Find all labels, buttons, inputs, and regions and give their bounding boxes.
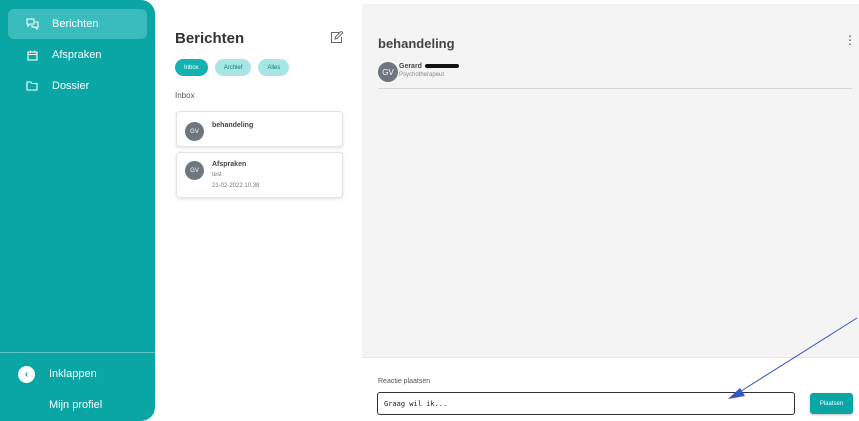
chat-icon [24, 18, 40, 30]
avatar: GV [185, 161, 204, 180]
tab-archief[interactable]: Archief [214, 59, 252, 76]
calendar-icon [24, 50, 40, 61]
tab-alles[interactable]: Alles [258, 59, 290, 76]
sidebar-item-label: Dossier [52, 80, 90, 92]
chevron-left-icon: ‹ [18, 365, 35, 383]
sidebar-item-label: Berichten [52, 18, 99, 30]
redaction-mark [424, 64, 459, 69]
sender-name: Gerard [399, 63, 459, 70]
message-date: 21-02-2022 10:38 [212, 183, 260, 189]
conversation-title: behandeling [378, 36, 455, 51]
post-button[interactable]: Plaatsen [810, 393, 853, 414]
avatar: GV [185, 122, 204, 141]
section-label: Inbox [175, 91, 195, 100]
message-subject: behandeling [212, 122, 254, 129]
reply-label: Reactie plaatsen [378, 378, 431, 385]
sidebar: Berichten Afspraken Dossier ‹ Inklappen … [0, 0, 155, 421]
tab-inbox[interactable]: Inbox [175, 59, 208, 76]
message-preview: test [212, 172, 222, 178]
sidebar-divider [0, 352, 155, 353]
reply-input[interactable] [377, 392, 795, 415]
sidebar-item-berichten[interactable]: Berichten [8, 9, 147, 39]
reply-area: Reactie plaatsen Plaatsen [362, 357, 859, 421]
page-title: Berichten [175, 30, 245, 47]
more-options-icon[interactable]: ⋮ [844, 34, 856, 46]
folder-icon [24, 81, 40, 91]
collapse-label: Inklappen [49, 368, 97, 380]
message-item[interactable]: GV Afspraken test 21-02-2022 10:38 [176, 152, 343, 198]
message-item[interactable]: GV behandeling [176, 111, 343, 147]
sidebar-item-dossier[interactable]: Dossier [8, 71, 147, 101]
collapse-button[interactable]: ‹ Inklappen [4, 359, 143, 389]
profile-label: Mijn profiel [49, 399, 103, 411]
profile-link[interactable]: Mijn profiel [4, 390, 143, 420]
filter-tabs: Inbox Archief Alles [175, 59, 290, 76]
sidebar-item-label: Afspraken [52, 49, 102, 61]
avatar: GV [378, 62, 398, 82]
header-divider [378, 88, 852, 89]
sender-role: Psychotherapeut [399, 72, 445, 78]
sidebar-item-afspraken[interactable]: Afspraken [8, 40, 147, 70]
message-subject: Afspraken [212, 161, 247, 168]
compose-icon[interactable] [330, 30, 344, 49]
message-detail: behandeling ⋮ GV Gerard Psychotherapeut … [362, 4, 859, 421]
